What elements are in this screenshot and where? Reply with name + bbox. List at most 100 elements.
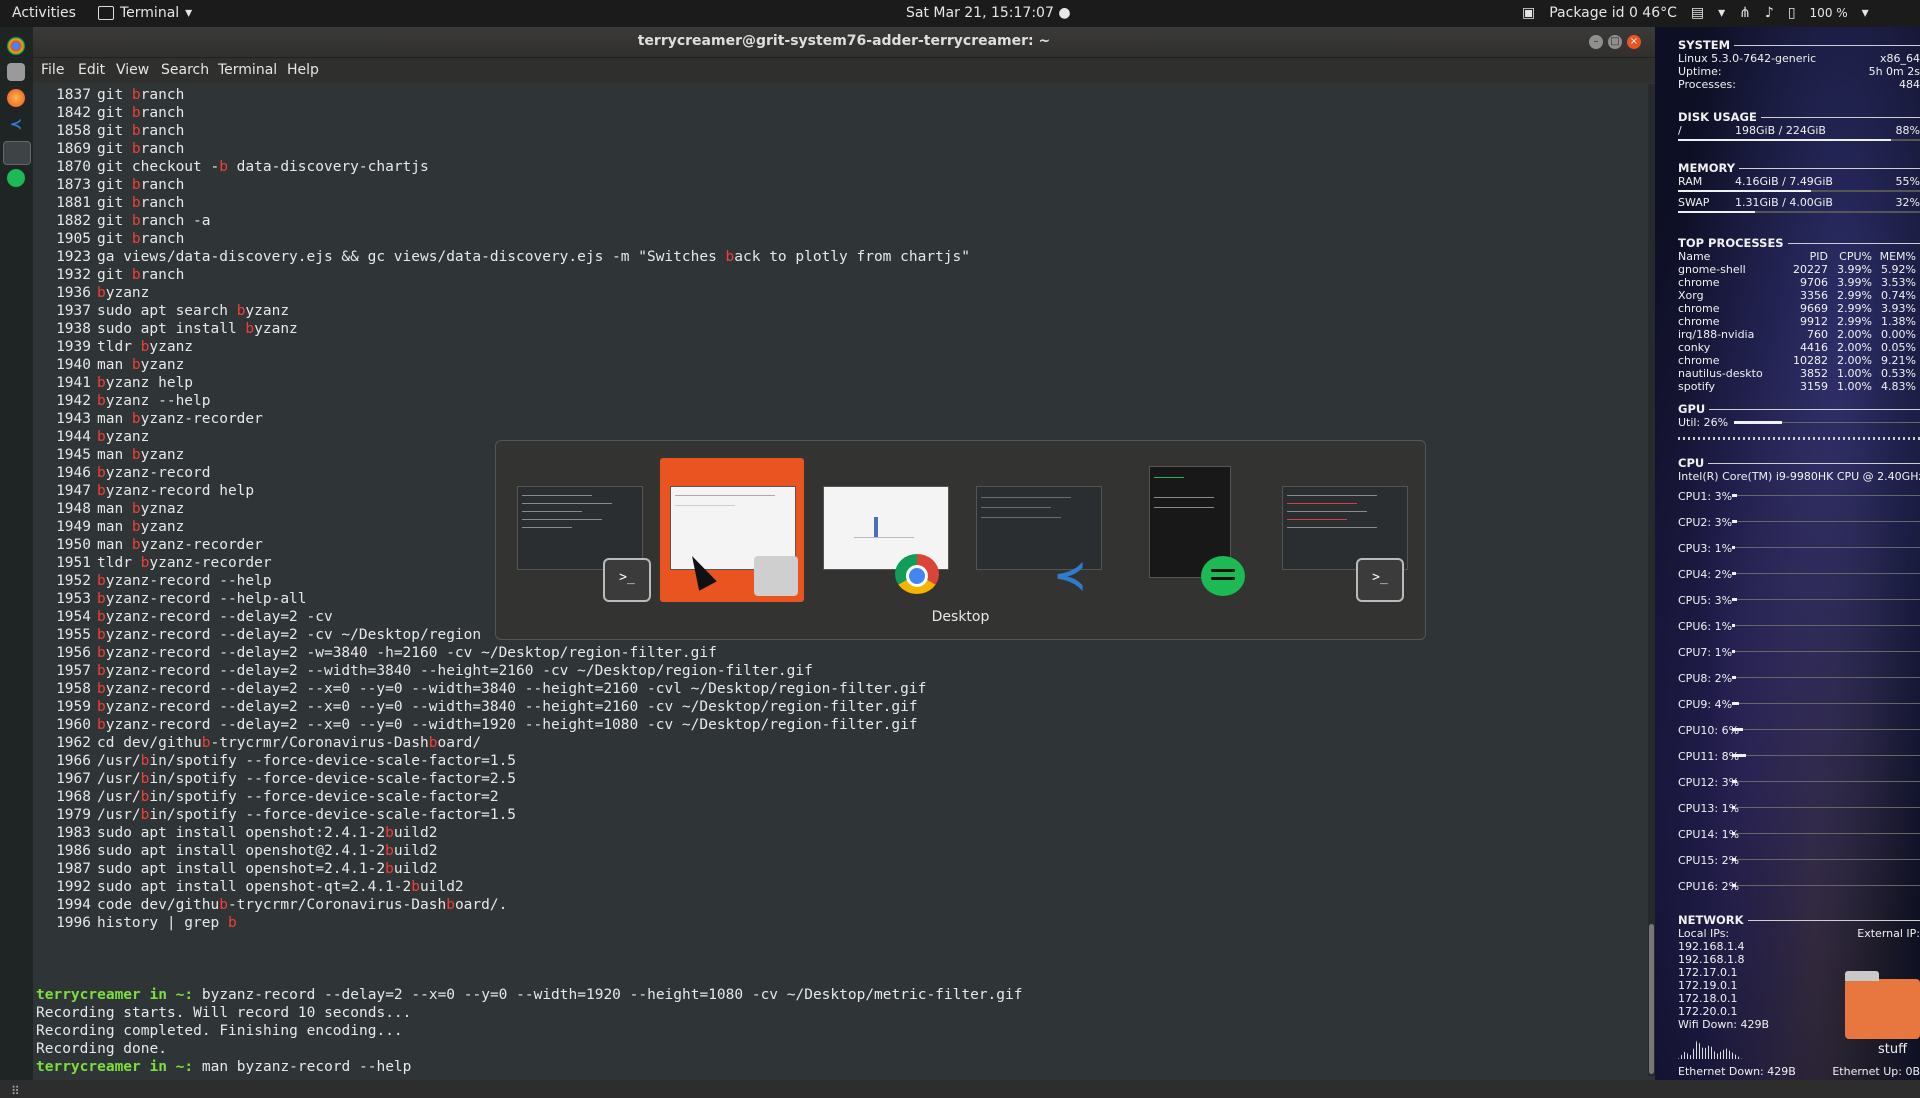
spotify-icon[interactable] bbox=[7, 169, 25, 187]
switcher-item-terminal-2[interactable]: >_ bbox=[1272, 458, 1416, 602]
files-icon[interactable] bbox=[7, 63, 25, 81]
history-text: yzanz-recorder bbox=[140, 411, 263, 427]
switcher-item-spotify[interactable] bbox=[1119, 458, 1263, 602]
terminal-icon[interactable] bbox=[3, 141, 31, 165]
menu-terminal[interactable]: Terminal bbox=[218, 62, 277, 78]
process-mem: MEM% bbox=[1879, 250, 1916, 263]
history-text: ranch bbox=[140, 141, 185, 157]
vscode-icon[interactable]: ≺ bbox=[7, 115, 25, 133]
process-cpu: 2.99% bbox=[1837, 315, 1872, 328]
match-highlight: b bbox=[385, 843, 394, 859]
terminal-icon: >_ bbox=[1356, 558, 1404, 602]
history-row: 1958 byzanz-record --delay=2 --x=0 --y=0 … bbox=[43, 680, 970, 698]
switcher-item-terminal[interactable]: >_ bbox=[507, 458, 651, 602]
scrollbar-thumb[interactable] bbox=[1649, 924, 1654, 1074]
match-highlight: b bbox=[131, 177, 141, 193]
app-switcher: >_ ≺ >_ Desktop bbox=[495, 440, 1426, 640]
match-highlight: b bbox=[385, 861, 394, 877]
app-menu[interactable]: Terminal ▾ bbox=[98, 5, 192, 21]
folder-icon[interactable] bbox=[1845, 971, 1920, 1039]
desktop-folder-label[interactable]: stuff bbox=[1878, 1042, 1907, 1057]
menu-view[interactable]: View bbox=[116, 62, 149, 78]
match-highlight: b bbox=[411, 879, 421, 895]
history-text: sudo apt install openshot=2.4.1-2 bbox=[97, 861, 386, 877]
show-applications-icon[interactable]: ⠿ bbox=[11, 1084, 20, 1098]
activities-button[interactable]: Activities bbox=[12, 5, 76, 21]
local-ips-label: Local IPs: bbox=[1678, 927, 1730, 940]
history-text: ranch bbox=[140, 123, 185, 139]
swap-usage: 1.31GiB / 4.00GiB bbox=[1735, 196, 1833, 209]
history-text: git bbox=[97, 213, 132, 229]
history-row: 1994 code dev/github-trycrmr/Coronavirus-… bbox=[43, 896, 970, 914]
wifi-down: Wifi Down: 429B bbox=[1678, 1018, 1770, 1031]
history-row: 1957 byzanz-record --delay=2 --width=3840… bbox=[43, 662, 970, 680]
gpu-bar bbox=[1734, 421, 1920, 424]
history-number: 1992 bbox=[56, 879, 91, 895]
maximize-button[interactable]: □ bbox=[1608, 35, 1622, 49]
history-text: yzanz bbox=[105, 285, 150, 301]
switcher-item-files[interactable] bbox=[660, 458, 804, 602]
process-row: chrome 9706 3.99% 3.53% bbox=[1678, 276, 1920, 289]
menu-edit[interactable]: Edit bbox=[78, 62, 105, 78]
history-number: 1923 bbox=[56, 249, 91, 265]
process-name: Name bbox=[1678, 250, 1711, 263]
history-number: 1960 bbox=[56, 717, 91, 733]
history-text: yzanz-record help bbox=[105, 483, 255, 499]
gpu-util: Util: 26% bbox=[1678, 416, 1729, 429]
history-number: 1837 bbox=[56, 87, 91, 103]
cpu-core-bar bbox=[1732, 884, 1736, 887]
cpu-core-bar bbox=[1732, 676, 1736, 679]
process-pid: 3852 bbox=[1800, 367, 1828, 380]
match-highlight: b bbox=[131, 501, 141, 517]
terminal-scrollbar[interactable] bbox=[1648, 84, 1655, 1076]
history-text: man bbox=[97, 519, 132, 535]
switcher-item-vscode[interactable]: ≺ bbox=[966, 458, 1110, 602]
history-row: 1986 sudo apt install openshot@2.4.1-2bui… bbox=[43, 842, 970, 860]
match-highlight: b bbox=[131, 537, 141, 553]
chrome-icon[interactable] bbox=[7, 37, 25, 55]
match-highlight: b bbox=[131, 213, 141, 229]
minimize-button[interactable]: – bbox=[1589, 35, 1603, 49]
title-bar[interactable]: terrycreamer@grit-system76-adder-terrycr… bbox=[33, 27, 1655, 58]
history-text: yzanz bbox=[140, 519, 185, 535]
menu-file[interactable]: File bbox=[41, 62, 64, 78]
cpu-core-track bbox=[1732, 599, 1920, 600]
cpu-core-label: CPU6: 1% bbox=[1678, 620, 1733, 633]
history-row: 1923 ga views/data-discovery.ejs && gc vi… bbox=[43, 248, 970, 266]
history-text: oard/ bbox=[437, 735, 482, 751]
cpu-core-label: CPU15: 2% bbox=[1678, 854, 1740, 867]
clock[interactable]: Sat Mar 21, 15:17:07 ● bbox=[906, 5, 1071, 21]
firefox-icon[interactable] bbox=[7, 89, 25, 107]
cpu-core-track bbox=[1732, 755, 1920, 756]
history-row: 1858 git branch bbox=[43, 122, 970, 140]
chevron-down-icon: ▾ bbox=[1718, 5, 1726, 21]
history-row: 1932 git branch bbox=[43, 266, 970, 284]
history-number: 1946 bbox=[56, 465, 91, 481]
history-text: ranch bbox=[140, 105, 185, 121]
history-number: 1958 bbox=[56, 681, 91, 697]
cpu-core-row: CPU15: 2% bbox=[1678, 851, 1920, 877]
history-text: yzanz-recorder bbox=[149, 555, 272, 571]
process-mem: 3.53% bbox=[1881, 276, 1916, 289]
process-row: chrome 9912 2.99% 1.38% bbox=[1678, 315, 1920, 328]
clipboard-icon[interactable]: ▤ bbox=[1691, 5, 1704, 21]
history-number: 1956 bbox=[56, 645, 91, 661]
cpu-core-row: CPU1: 3% bbox=[1678, 487, 1920, 513]
menu-search[interactable]: Search bbox=[161, 62, 209, 78]
output-text: Recording done. bbox=[36, 1041, 167, 1057]
history-number: 1947 bbox=[56, 483, 91, 499]
close-button[interactable]: × bbox=[1627, 35, 1641, 49]
package-temp[interactable]: Package id 0 46°C bbox=[1549, 5, 1677, 21]
process-pid: 9912 bbox=[1800, 315, 1828, 328]
cpu-core-row: CPU12: 3% bbox=[1678, 773, 1920, 799]
menu-help[interactable]: Help bbox=[287, 62, 319, 78]
match-highlight: b bbox=[97, 375, 106, 391]
process-row: chrome 9669 2.99% 3.93% bbox=[1678, 302, 1920, 315]
history-row: 1956 byzanz-record --delay=2 -w=3840 -h=2… bbox=[43, 644, 970, 662]
output-text: byzanz-record --delay=2 --x=0 --y=0 --wi… bbox=[193, 987, 1023, 1003]
switcher-item-chrome[interactable] bbox=[813, 458, 957, 602]
history-number: 1966 bbox=[56, 753, 91, 769]
external-ip-label: External IP: bbox=[1857, 927, 1920, 940]
status-area[interactable]: ▣ Package id 0 46°C ▤ ▾ ⋔ ♪ ▯ 100 % ▾ bbox=[1522, 5, 1869, 21]
process-cpu: 2.00% bbox=[1837, 341, 1872, 354]
